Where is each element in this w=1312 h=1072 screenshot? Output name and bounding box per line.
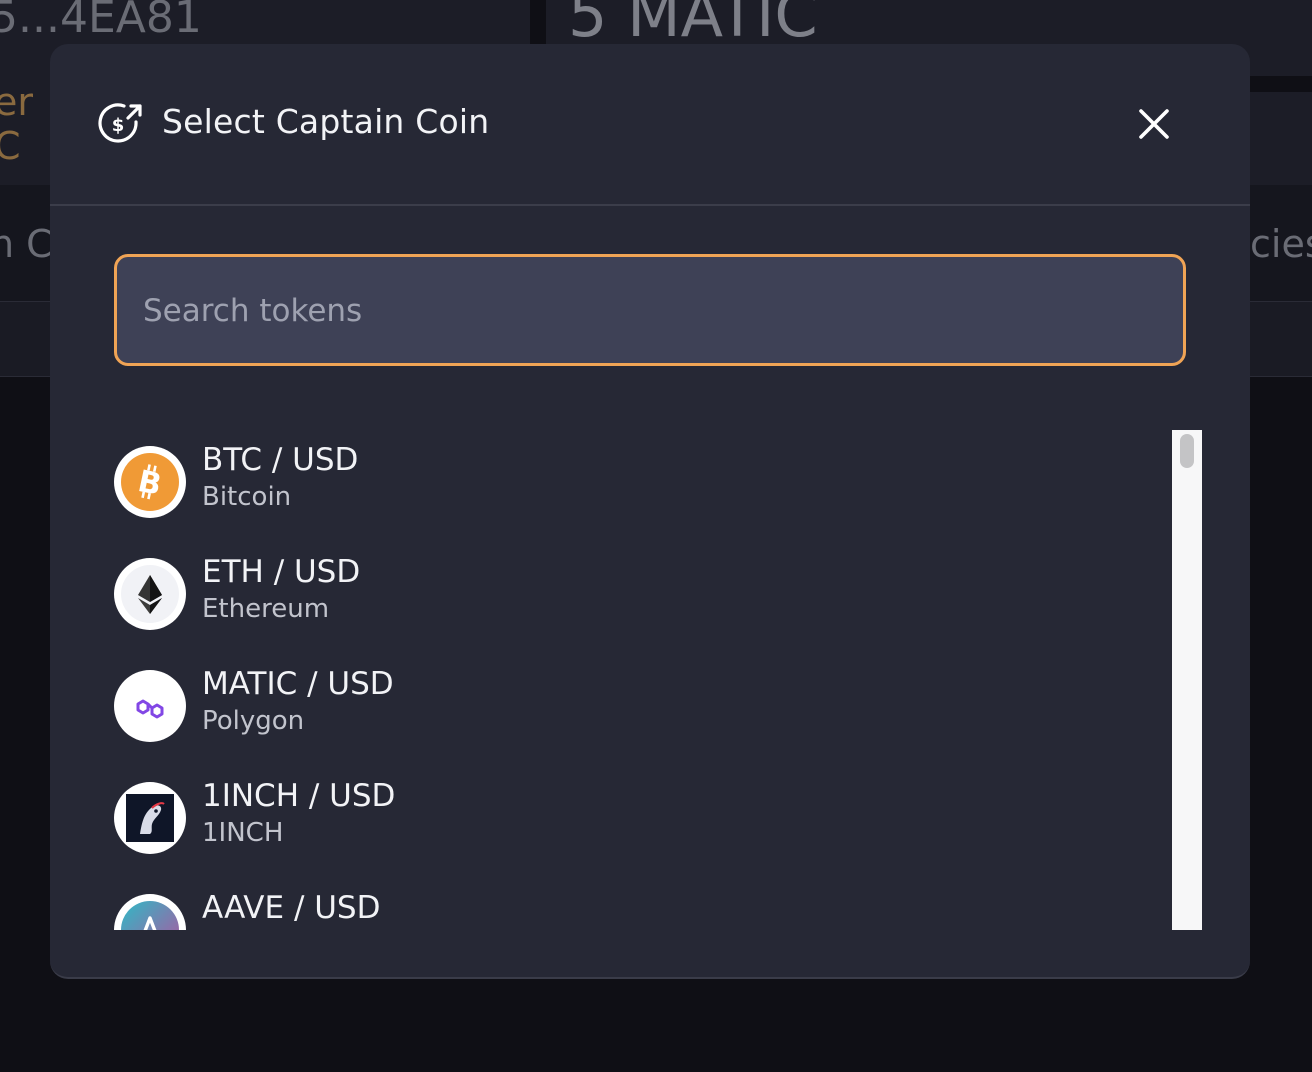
token-row-btc[interactable]: B BTC / USD Bitcoin (114, 430, 1154, 542)
background-label: C (0, 124, 21, 168)
close-icon[interactable] (1132, 102, 1176, 146)
token-pair: 1INCH / USD (202, 778, 396, 814)
background-tab-label: n C (0, 222, 53, 266)
token-pair: MATIC / USD (202, 666, 394, 702)
1inch-icon (114, 782, 186, 854)
polygon-icon (114, 670, 186, 742)
modal-title: Select Captain Coin (162, 102, 490, 141)
scrollbar-thumb[interactable] (1180, 434, 1194, 468)
token-pair: AAVE / USD (202, 890, 381, 926)
modal-header: $ Select Captain Coin (50, 44, 1250, 206)
token-list-scrollbar[interactable] (1172, 430, 1202, 930)
bitcoin-icon: B (114, 446, 186, 518)
search-input[interactable] (141, 257, 1155, 365)
dollar-exchange-icon: $ (98, 100, 146, 148)
svg-text:$: $ (112, 115, 125, 136)
token-row-1inch[interactable]: 1INCH / USD 1INCH (114, 766, 1154, 878)
close-button[interactable] (1132, 102, 1176, 146)
token-name: 1INCH (202, 818, 284, 848)
token-row-matic[interactable]: MATIC / USD Polygon (114, 654, 1154, 766)
token-pair: BTC / USD (202, 442, 359, 478)
select-captain-coin-modal: $ Select Captain Coin B BTC / USD Bitcoi… (50, 44, 1250, 979)
search-field[interactable] (114, 254, 1186, 366)
token-row-aave[interactable]: AAVE / USD (114, 878, 1154, 930)
token-pair: ETH / USD (202, 554, 361, 590)
token-name: Bitcoin (202, 482, 292, 512)
token-name: Polygon (202, 706, 305, 736)
token-row-eth[interactable]: ETH / USD Ethereum (114, 542, 1154, 654)
background-address: 5...4EA81 (0, 0, 202, 43)
token-list: B BTC / USD Bitcoin ETH / USD Ethereum M… (114, 430, 1174, 930)
background-tab-label: cies (1250, 222, 1312, 266)
token-name: Ethereum (202, 594, 330, 624)
background-label: er (0, 80, 34, 124)
aave-icon (114, 894, 186, 930)
ethereum-icon (114, 558, 186, 630)
